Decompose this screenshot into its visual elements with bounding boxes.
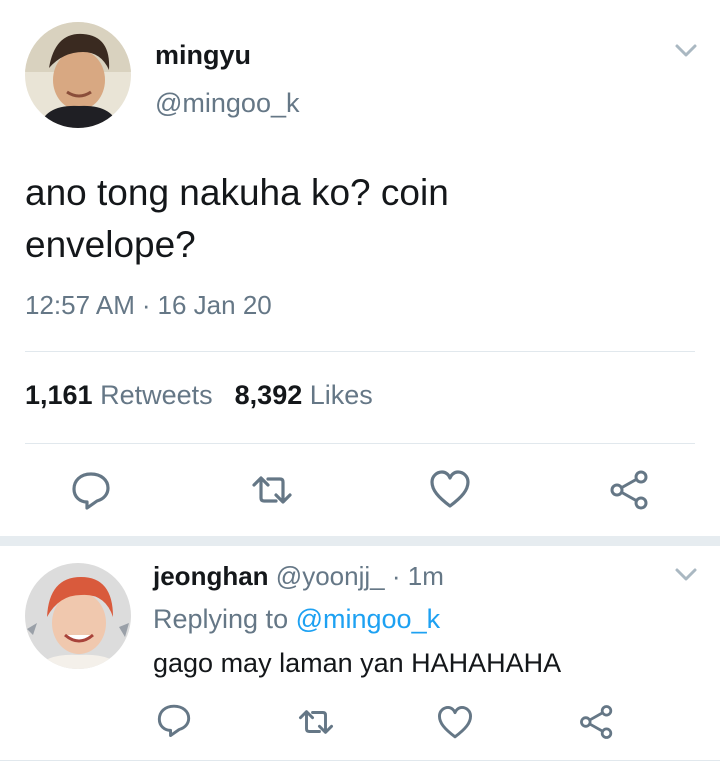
author-handle[interactable]: @mingoo_k [155, 88, 299, 119]
chevron-down-icon[interactable] [673, 566, 699, 584]
share-icon[interactable] [608, 468, 652, 512]
like-icon[interactable] [436, 704, 474, 742]
tweet-date: 16 Jan 20 [157, 290, 272, 320]
divider [25, 351, 695, 352]
meta-separator: · [141, 290, 151, 320]
tweet-text: ano tong nakuha ko? coin envelope? [25, 172, 449, 265]
likes-label: Likes [309, 380, 373, 410]
reply-icon[interactable] [69, 468, 113, 512]
tweet-timestamp[interactable]: 12:57 AM · 16 Jan 20 [25, 290, 272, 321]
section-separator [0, 536, 720, 546]
tweet-time: 12:57 AM [25, 290, 135, 320]
share-icon[interactable] [578, 703, 616, 741]
retweets-label: Retweets [100, 380, 213, 410]
reply-text: gago may laman yan HAHAHAHA [153, 648, 562, 678]
divider [25, 443, 695, 444]
replying-mention[interactable]: @mingoo_k [296, 604, 440, 634]
likes-count: 8,392 [234, 380, 303, 410]
author-name[interactable]: mingyu [155, 40, 251, 71]
like-icon[interactable] [428, 468, 472, 512]
reply-separator: · [391, 561, 401, 591]
likes-stat[interactable]: 8,392 Likes [235, 380, 373, 410]
divider [0, 760, 720, 761]
tweet-stats: 1,161 Retweets 8,392 Likes [25, 380, 373, 411]
reply-time[interactable]: 1m [408, 561, 444, 591]
author-avatar[interactable] [25, 22, 131, 128]
reply-header: jeonghan @yoonjj_ · 1m [153, 561, 444, 592]
reply-author-avatar[interactable] [25, 563, 131, 669]
chevron-down-icon[interactable] [673, 42, 699, 60]
main-tweet: mingyu @mingoo_k ano tong nakuha ko? coi… [0, 0, 720, 536]
retweet-icon[interactable] [297, 703, 335, 741]
reply-author-handle[interactable]: @yoonjj_ [276, 561, 385, 591]
replying-to: Replying to @mingoo_k [153, 604, 440, 635]
reply-author-name[interactable]: jeonghan [153, 561, 269, 591]
retweets-stat[interactable]: 1,161 Retweets [25, 380, 213, 410]
retweet-icon[interactable] [250, 468, 294, 512]
reply-icon[interactable] [155, 701, 193, 739]
retweets-count: 1,161 [25, 380, 93, 410]
replying-prefix: Replying to [153, 604, 289, 634]
